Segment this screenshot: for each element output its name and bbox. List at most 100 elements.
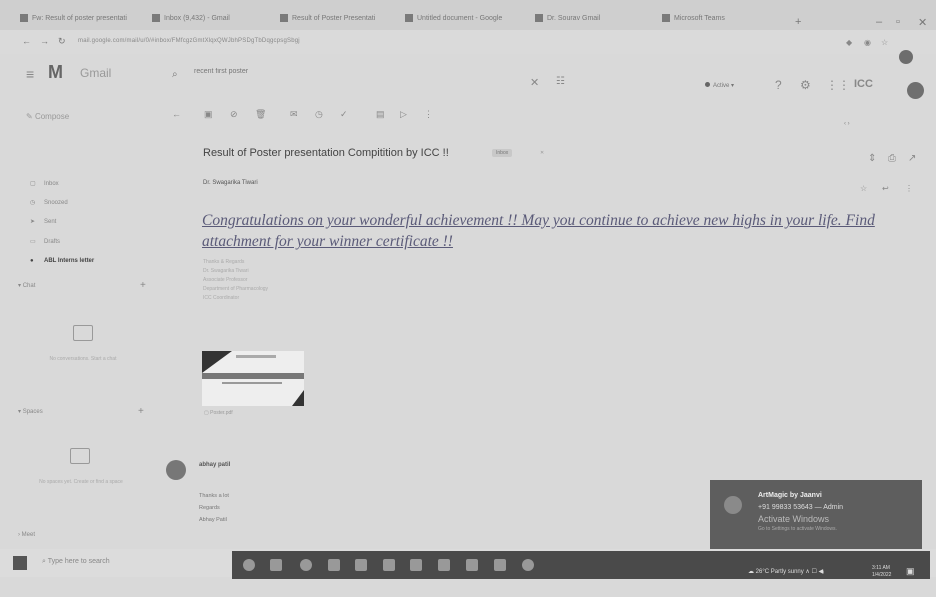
sidebar-item-label: Drafts [44, 239, 61, 245]
notifications-icon[interactable]: ▣ [906, 566, 915, 577]
compose-label: Compose [34, 112, 70, 121]
reply-icon[interactable]: ↩ [882, 184, 889, 193]
sidebar-item-snoozed[interactable]: ◷ Snoozed [30, 199, 68, 206]
back-icon[interactable]: ← [22, 36, 31, 46]
reply-text-line: Thanks a lot [199, 493, 229, 499]
browser-tab[interactable]: Inbox (9,432) - Gmail [152, 14, 268, 30]
sidebar-item-sent[interactable]: ➤ Sent [30, 218, 56, 225]
sidebar-item-label-folder[interactable]: ● ABL Interns letter [30, 258, 94, 264]
add-task-icon[interactable]: ✓ [340, 109, 348, 120]
new-tab-icon[interactable]: + [795, 16, 801, 28]
snooze-icon[interactable]: ◷ [315, 109, 323, 120]
extension-icon[interactable]: ◆ [846, 38, 852, 47]
compose-button[interactable]: ✎ Compose [26, 112, 69, 121]
settings-gear-icon[interactable]: ⚙ [800, 78, 811, 92]
activate-heading: Activate Windows [758, 514, 830, 524]
search-input[interactable] [192, 67, 506, 76]
chat-empty-text: No conversations. Start a chat [49, 356, 117, 362]
account-avatar[interactable] [907, 82, 924, 99]
clear-search-icon[interactable]: ✕ [530, 76, 539, 89]
browser-tab[interactable]: Untitled document - Google [405, 14, 521, 30]
mark-unread-icon[interactable]: ✉ [290, 109, 298, 120]
gmail-wordmark: Gmail [80, 66, 112, 80]
attachment-label[interactable]: ▢ Poster.pdf [204, 410, 233, 416]
new-chat-icon[interactable]: + [140, 280, 146, 291]
forward-icon[interactable]: → [40, 36, 49, 46]
new-space-icon[interactable]: + [138, 406, 144, 417]
inbox-label-chip[interactable]: Inbox [492, 149, 513, 157]
help-icon[interactable]: ? [775, 78, 782, 92]
browser-tab[interactable]: Fw: Result of poster presentati [20, 14, 142, 30]
sender-name[interactable]: Dr. Swagarika Tiwari [203, 180, 258, 186]
expand-all-icon[interactable]: ⇕ [868, 153, 876, 164]
address-bar: ← → ↻ mail.google.com/mail/u/0/#inbox/FM… [0, 30, 936, 54]
task-view-icon[interactable] [270, 559, 282, 571]
windows-start-icon[interactable] [13, 556, 27, 570]
app-icon[interactable] [494, 559, 506, 571]
archive-icon[interactable]: ▣ [204, 109, 213, 120]
cortana-icon[interactable] [243, 559, 255, 571]
more-actions-icon[interactable]: ⋮ [424, 109, 433, 120]
chrome-icon[interactable] [522, 559, 534, 571]
chat-section-header[interactable]: ▾ Chat [18, 282, 35, 289]
message-more-icon[interactable]: ⋮ [905, 184, 913, 193]
overlay-title: ArtMagic by Jaanvi [758, 492, 822, 499]
search-options-icon[interactable]: ☷ [556, 76, 565, 87]
star-icon[interactable]: ☆ [860, 184, 867, 193]
thumbnail-corner-shape [202, 351, 232, 373]
certificate-attachment-thumbnail[interactable] [202, 351, 304, 406]
weather-widget[interactable]: ☁ 26°C Partly sunny ∧ ☐ ◀ᵢ [748, 568, 824, 575]
close-window-icon[interactable]: ✕ [918, 16, 927, 29]
app-icon[interactable] [410, 559, 422, 571]
extension-icon[interactable]: ◉ [864, 38, 871, 47]
meet-section-header[interactable]: › Meet [18, 532, 35, 538]
back-to-inbox-icon[interactable]: ← [172, 109, 181, 119]
reply-text-line: Abhay Patil [199, 517, 227, 523]
activate-windows-overlay: ArtMagic by Jaanvi +91 99833 53643 — Adm… [710, 480, 922, 553]
thumbnail-text-line [222, 382, 282, 384]
chat-section-label: Chat [22, 283, 36, 289]
delete-icon[interactable]: 🗑 [255, 109, 266, 120]
bookmark-star-icon[interactable]: ☆ [881, 38, 888, 47]
reply-sender-name[interactable]: abhay patil [199, 462, 230, 468]
print-icon[interactable]: ⎙ [888, 153, 896, 164]
reload-icon[interactable]: ↻ [58, 36, 66, 47]
apps-grid-icon[interactable]: ⋮⋮ [826, 78, 850, 92]
app-icon[interactable] [438, 559, 450, 571]
sidebar-item-label: Inbox [44, 181, 59, 187]
signature-line: Department of Pharmacology [203, 286, 269, 292]
app-icon[interactable] [466, 559, 478, 571]
browser-tab[interactable]: Microsoft Teams [662, 14, 778, 30]
sidebar-item-drafts[interactable]: ▭ Drafts [30, 238, 60, 245]
spaces-section-header[interactable]: ▾ Spaces [18, 408, 43, 415]
search-icon[interactable]: ⌕ [172, 69, 178, 80]
tab-favicon-icon [535, 14, 543, 22]
mail-app-icon[interactable] [383, 559, 395, 571]
status-dot-icon [705, 82, 710, 87]
menu-icon[interactable]: ≡ [26, 66, 34, 82]
url-field[interactable]: mail.google.com/mail/u/0/#inbox/FMfcgzGm… [78, 38, 300, 44]
file-explorer-icon[interactable] [355, 559, 367, 571]
pagination-arrows[interactable]: ‹ › [844, 121, 850, 127]
signature-line: ICC Coordinator [203, 295, 240, 301]
spaces-icon [70, 448, 90, 464]
browser-tab[interactable]: Result of Poster Presentati [280, 14, 396, 30]
report-spam-icon[interactable]: ⊘ [230, 109, 238, 120]
open-new-window-icon[interactable]: ↗ [908, 153, 916, 164]
profile-icon[interactable] [899, 50, 913, 64]
move-to-icon[interactable]: ▤ [376, 109, 385, 120]
browser-tab[interactable]: Dr. Sourav Gmail [535, 14, 651, 30]
sidebar-item-inbox[interactable]: ▢ Inbox [30, 180, 59, 187]
weather-icon: ☁ [748, 569, 756, 575]
attachment-name: Poster.pdf [210, 410, 233, 416]
status-selector[interactable]: Active ▾ [705, 82, 734, 89]
system-clock[interactable]: 3:11 AM 1/4/2022 [872, 565, 891, 579]
taskbar-search-box[interactable]: ⌕ Type here to search [42, 558, 110, 566]
label-icon[interactable]: ▷ [400, 109, 407, 120]
maximize-icon[interactable]: ▫ [896, 16, 900, 28]
minimize-icon[interactable]: – [876, 16, 882, 28]
thumbnail-banner [202, 373, 304, 379]
remove-label-icon[interactable]: ✕ [540, 150, 544, 156]
edge-browser-icon[interactable] [300, 559, 312, 571]
store-icon[interactable] [328, 559, 340, 571]
